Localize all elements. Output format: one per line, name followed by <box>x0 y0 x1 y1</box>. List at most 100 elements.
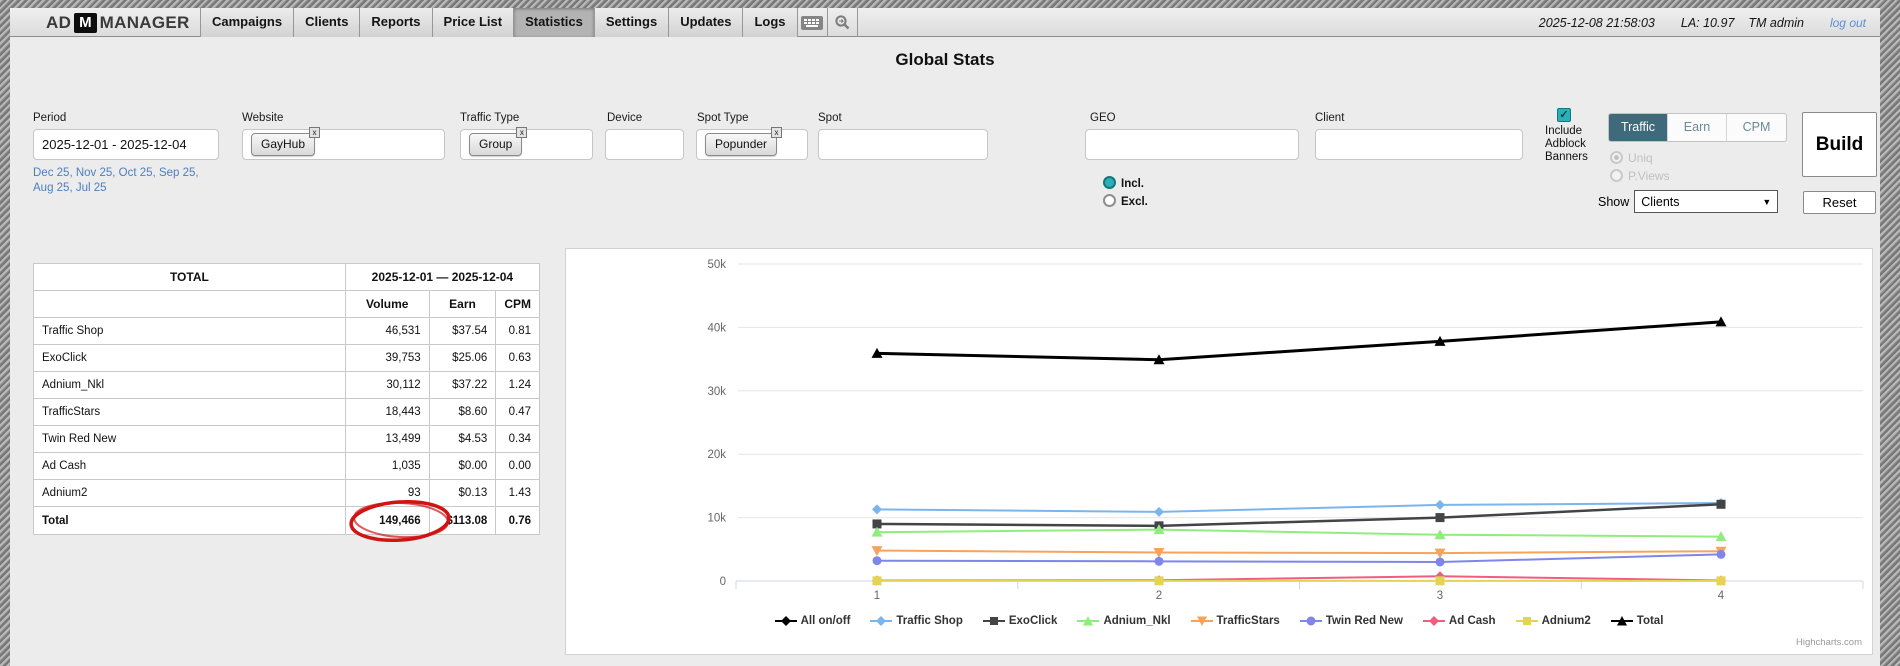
nav-logs[interactable]: Logs <box>743 8 797 37</box>
geo-excl-radio[interactable] <box>1103 194 1116 207</box>
pviews-label: P.Views <box>1628 169 1670 183</box>
spot-type-chip-remove-icon[interactable]: x <box>771 127 782 138</box>
spot-input[interactable] <box>818 129 988 160</box>
y-tick-label: 20k <box>707 449 726 461</box>
website-chip-remove-icon[interactable]: x <box>309 127 320 138</box>
table-header-row: TOTAL 2025-12-01 — 2025-12-04 <box>34 264 540 291</box>
data-point[interactable] <box>1436 557 1445 566</box>
adblock-label-line: Include <box>1538 125 1590 138</box>
period-shortcut-nov-25[interactable]: Nov 25 <box>76 167 112 179</box>
data-point[interactable] <box>873 576 882 585</box>
legend-item-trafficstars[interactable]: TrafficStars <box>1191 615 1280 627</box>
data-point[interactable] <box>1717 550 1726 559</box>
nav-updates[interactable]: Updates <box>669 8 743 37</box>
x-tick-label: 2 <box>1156 590 1162 602</box>
x-tick-label: 4 <box>1718 590 1725 602</box>
row-earn: $0.13 <box>429 480 496 507</box>
device-label: Device <box>607 112 642 124</box>
nav-statistics[interactable]: Statistics <box>514 8 595 37</box>
nav-campaigns[interactable]: Campaigns <box>200 8 294 37</box>
legend-label: All on/off <box>801 615 851 627</box>
data-point[interactable] <box>1155 576 1164 585</box>
row-volume: 1,035 <box>345 453 429 480</box>
geo-incl-label: Incl. <box>1121 178 1144 190</box>
table-row: Twin Red New13,499$4.530.34 <box>34 426 540 453</box>
period-shortcut-aug-25[interactable]: Aug 25 <box>33 182 69 194</box>
chevron-down-icon: ▼ <box>1762 197 1771 207</box>
series-line-adnium-nkl <box>877 530 1721 537</box>
adblock-checkbox[interactable]: ✓ <box>1557 108 1571 122</box>
website-input[interactable]: GayHub x <box>242 129 445 160</box>
metric-tab-traffic[interactable]: Traffic <box>1609 114 1668 141</box>
row-cpm: 0.63 <box>496 345 540 372</box>
legend-item-exoclick[interactable]: ExoClick <box>983 615 1058 627</box>
nav-clients[interactable]: Clients <box>294 8 360 37</box>
traffic-type-chip-remove-icon[interactable]: x <box>516 127 527 138</box>
legend-item-ad-cash[interactable]: Ad Cash <box>1423 615 1496 627</box>
traffic-type-input[interactable]: Group x <box>460 129 593 160</box>
data-point[interactable] <box>1435 500 1445 510</box>
keyboard-icon[interactable] <box>798 8 828 37</box>
data-point[interactable] <box>1436 513 1445 522</box>
nav-price-list[interactable]: Price List <box>433 8 515 37</box>
legend-item-total[interactable]: Total <box>1611 615 1664 627</box>
client-input[interactable] <box>1315 129 1523 160</box>
data-point[interactable] <box>1717 500 1726 509</box>
device-input[interactable] <box>605 129 684 160</box>
period-shortcut-oct-25[interactable]: Oct 25 <box>119 167 153 179</box>
legend-item-adnium2[interactable]: Adnium2 <box>1516 615 1591 627</box>
show-row: Show Clients ▼ <box>1598 190 1778 213</box>
legend-item-adnium-nkl[interactable]: Adnium_Nkl <box>1077 615 1170 627</box>
geo-input[interactable] <box>1085 129 1299 160</box>
period-shortcut-dec-25[interactable]: Dec 25 <box>33 167 69 179</box>
period-input[interactable]: 2025-12-01 - 2025-12-04 <box>33 129 219 160</box>
logo-m-icon: M <box>74 13 97 33</box>
row-volume: 149,466 <box>345 507 429 535</box>
period-value: 2025-12-01 - 2025-12-04 <box>42 137 187 152</box>
search-icon[interactable] <box>828 8 858 37</box>
row-cpm: 1.24 <box>496 372 540 399</box>
period-shortcut-sep-25[interactable]: Sep 25 <box>159 167 195 179</box>
table-row: ExoClick39,753$25.060.63 <box>34 345 540 372</box>
highcharts-credit[interactable]: Highcharts.com <box>1796 637 1862 648</box>
uniq-radio[interactable] <box>1610 151 1623 164</box>
data-point[interactable] <box>872 504 882 514</box>
metric-tab-cpm[interactable]: CPM <box>1727 114 1786 141</box>
build-button[interactable]: Build <box>1802 112 1877 177</box>
data-point[interactable] <box>1717 576 1726 585</box>
client-label: Client <box>1315 112 1344 124</box>
show-select[interactable]: Clients ▼ <box>1634 190 1778 213</box>
spot-type-input[interactable]: Popunder x <box>696 129 808 160</box>
row-name: Traffic Shop <box>34 318 346 345</box>
geo-incl-radio[interactable] <box>1103 176 1116 189</box>
row-volume: 30,112 <box>345 372 429 399</box>
row-cpm: 0.00 <box>496 453 540 480</box>
data-point[interactable] <box>873 556 882 565</box>
reset-button[interactable]: Reset <box>1803 191 1876 214</box>
website-chip: GayHub x <box>251 133 315 156</box>
app-logo: AD M MANAGER <box>46 10 190 35</box>
legend-label: Total <box>1637 615 1664 627</box>
nav-settings[interactable]: Settings <box>595 8 669 37</box>
website-chip-label: GayHub <box>261 137 305 151</box>
nav-reports[interactable]: Reports <box>360 8 432 37</box>
legend-label: Adnium2 <box>1542 615 1591 627</box>
data-point[interactable] <box>1154 507 1164 517</box>
legend-label: TrafficStars <box>1217 615 1280 627</box>
legend-item-traffic-shop[interactable]: Traffic Shop <box>870 615 962 627</box>
table-row: Adnium_Nkl30,112$37.221.24 <box>34 372 540 399</box>
geo-excl-option[interactable]: Excl. <box>1103 192 1148 210</box>
legend-item-twin-red-new[interactable]: Twin Red New <box>1300 615 1403 627</box>
pviews-radio[interactable] <box>1610 169 1623 182</box>
legend-item-all-on-off[interactable]: All on/off <box>775 615 851 627</box>
logout-link[interactable]: log out <box>1830 16 1866 30</box>
metric-tab-earn[interactable]: Earn <box>1668 114 1727 141</box>
line-chart: 010k20k30k40k50k1234 <box>566 249 1872 654</box>
row-volume: 93 <box>345 480 429 507</box>
data-point[interactable] <box>1436 576 1445 585</box>
data-point[interactable] <box>1155 557 1164 566</box>
period-shortcut-jul-25[interactable]: Jul 25 <box>76 182 107 194</box>
y-tick-label: 30k <box>707 386 726 398</box>
table-row: Ad Cash1,035$0.000.00 <box>34 453 540 480</box>
geo-incl-option[interactable]: Incl. <box>1103 174 1144 192</box>
